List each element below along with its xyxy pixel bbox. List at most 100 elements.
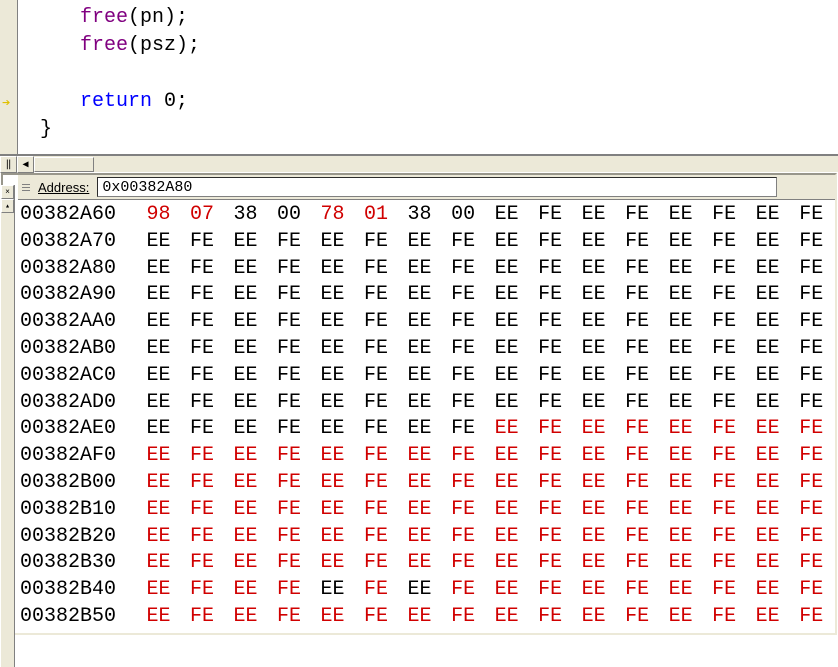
hex-byte[interactable]: EE: [485, 470, 529, 497]
hex-byte[interactable]: EE: [485, 416, 529, 443]
hex-byte[interactable]: EE: [572, 256, 616, 283]
hex-byte[interactable]: FE: [180, 550, 224, 577]
hex-byte[interactable]: 78: [311, 202, 355, 229]
hex-byte[interactable]: EE: [137, 550, 181, 577]
hex-byte[interactable]: FE: [702, 550, 746, 577]
hex-byte[interactable]: EE: [224, 416, 268, 443]
hex-byte[interactable]: FE: [615, 497, 659, 524]
hex-byte[interactable]: EE: [398, 256, 442, 283]
hex-byte[interactable]: FE: [180, 577, 224, 604]
hex-byte[interactable]: 00: [267, 202, 311, 229]
hex-byte[interactable]: FE: [267, 229, 311, 256]
hex-byte[interactable]: EE: [311, 282, 355, 309]
hex-byte[interactable]: EE: [311, 229, 355, 256]
hex-byte[interactable]: FE: [528, 336, 572, 363]
hex-byte[interactable]: FE: [528, 363, 572, 390]
hex-byte[interactable]: EE: [224, 363, 268, 390]
hex-byte[interactable]: FE: [354, 256, 398, 283]
hex-byte[interactable]: EE: [398, 497, 442, 524]
hex-byte[interactable]: FE: [441, 443, 485, 470]
hex-byte[interactable]: FE: [702, 497, 746, 524]
hex-byte[interactable]: FE: [180, 363, 224, 390]
hex-byte[interactable]: EE: [746, 336, 790, 363]
hex-byte[interactable]: EE: [398, 282, 442, 309]
hex-byte[interactable]: FE: [702, 604, 746, 631]
hex-byte[interactable]: EE: [311, 256, 355, 283]
hex-byte[interactable]: FE: [615, 229, 659, 256]
hex-byte[interactable]: FE: [702, 336, 746, 363]
hex-byte[interactable]: FE: [180, 309, 224, 336]
hex-byte[interactable]: EE: [746, 363, 790, 390]
memory-row[interactable]: 00382AB0EEFEEEFEEEFEEEFEEEFEEEFEEEFEEEFE: [20, 336, 833, 363]
hex-byte[interactable]: EE: [224, 470, 268, 497]
hex-byte[interactable]: FE: [354, 524, 398, 551]
horizontal-scrollbar[interactable]: ‖ ◀: [0, 155, 838, 172]
hex-byte[interactable]: EE: [572, 604, 616, 631]
hex-byte[interactable]: FE: [528, 604, 572, 631]
code-editor-pane[interactable]: ➔ free(pn); free(psz); return 0; }: [0, 0, 838, 155]
hex-byte[interactable]: EE: [746, 256, 790, 283]
hex-byte[interactable]: FE: [789, 202, 833, 229]
hex-byte[interactable]: EE: [485, 604, 529, 631]
hex-byte[interactable]: 38: [398, 202, 442, 229]
hex-byte[interactable]: FE: [528, 282, 572, 309]
hex-byte[interactable]: EE: [224, 256, 268, 283]
code-line[interactable]: return 0;: [20, 88, 838, 116]
hex-byte[interactable]: FE: [702, 416, 746, 443]
hex-byte[interactable]: EE: [659, 336, 703, 363]
hex-byte[interactable]: FE: [354, 336, 398, 363]
hex-byte[interactable]: EE: [224, 577, 268, 604]
hex-byte[interactable]: FE: [702, 524, 746, 551]
hex-byte[interactable]: FE: [615, 390, 659, 417]
hex-byte[interactable]: EE: [572, 336, 616, 363]
hex-byte[interactable]: FE: [528, 497, 572, 524]
hex-byte[interactable]: EE: [746, 550, 790, 577]
hex-byte[interactable]: 00: [441, 202, 485, 229]
hex-byte[interactable]: FE: [267, 524, 311, 551]
hex-byte[interactable]: FE: [267, 416, 311, 443]
hex-byte[interactable]: EE: [572, 363, 616, 390]
hex-byte[interactable]: FE: [615, 256, 659, 283]
hex-byte[interactable]: EE: [485, 256, 529, 283]
hex-byte[interactable]: FE: [441, 309, 485, 336]
hex-byte[interactable]: EE: [572, 470, 616, 497]
hex-byte[interactable]: FE: [789, 256, 833, 283]
hex-byte[interactable]: EE: [746, 229, 790, 256]
hex-byte[interactable]: EE: [224, 443, 268, 470]
hex-byte[interactable]: FE: [615, 443, 659, 470]
hex-byte[interactable]: FE: [789, 229, 833, 256]
hex-byte[interactable]: FE: [615, 577, 659, 604]
hex-byte[interactable]: EE: [398, 416, 442, 443]
hex-byte[interactable]: EE: [398, 604, 442, 631]
hex-byte[interactable]: FE: [441, 416, 485, 443]
hex-byte[interactable]: EE: [659, 282, 703, 309]
hex-byte[interactable]: FE: [441, 524, 485, 551]
hex-byte[interactable]: FE: [528, 524, 572, 551]
hex-byte[interactable]: EE: [224, 524, 268, 551]
hex-byte[interactable]: FE: [615, 470, 659, 497]
hex-byte[interactable]: FE: [615, 309, 659, 336]
memory-row[interactable]: 00382AC0EEFEEEFEEEFEEEFEEEFEEEFEEEFEEEFE: [20, 363, 833, 390]
hex-byte[interactable]: EE: [659, 416, 703, 443]
hex-byte[interactable]: EE: [746, 202, 790, 229]
hex-byte[interactable]: FE: [789, 390, 833, 417]
hex-byte[interactable]: FE: [354, 604, 398, 631]
hex-byte[interactable]: EE: [311, 497, 355, 524]
hex-byte[interactable]: EE: [659, 256, 703, 283]
hex-byte[interactable]: EE: [746, 470, 790, 497]
hex-byte[interactable]: EE: [572, 309, 616, 336]
hex-byte[interactable]: FE: [180, 229, 224, 256]
hex-byte[interactable]: FE: [267, 604, 311, 631]
hex-byte[interactable]: EE: [572, 202, 616, 229]
hex-byte[interactable]: EE: [137, 497, 181, 524]
hex-byte[interactable]: FE: [528, 202, 572, 229]
hex-byte[interactable]: EE: [485, 577, 529, 604]
hex-byte[interactable]: EE: [137, 229, 181, 256]
grip-icon[interactable]: [22, 184, 34, 191]
hex-byte[interactable]: EE: [485, 524, 529, 551]
hex-byte[interactable]: FE: [615, 604, 659, 631]
hex-byte[interactable]: FE: [615, 524, 659, 551]
hex-byte[interactable]: EE: [224, 550, 268, 577]
hex-byte[interactable]: EE: [311, 550, 355, 577]
hex-byte[interactable]: FE: [615, 202, 659, 229]
